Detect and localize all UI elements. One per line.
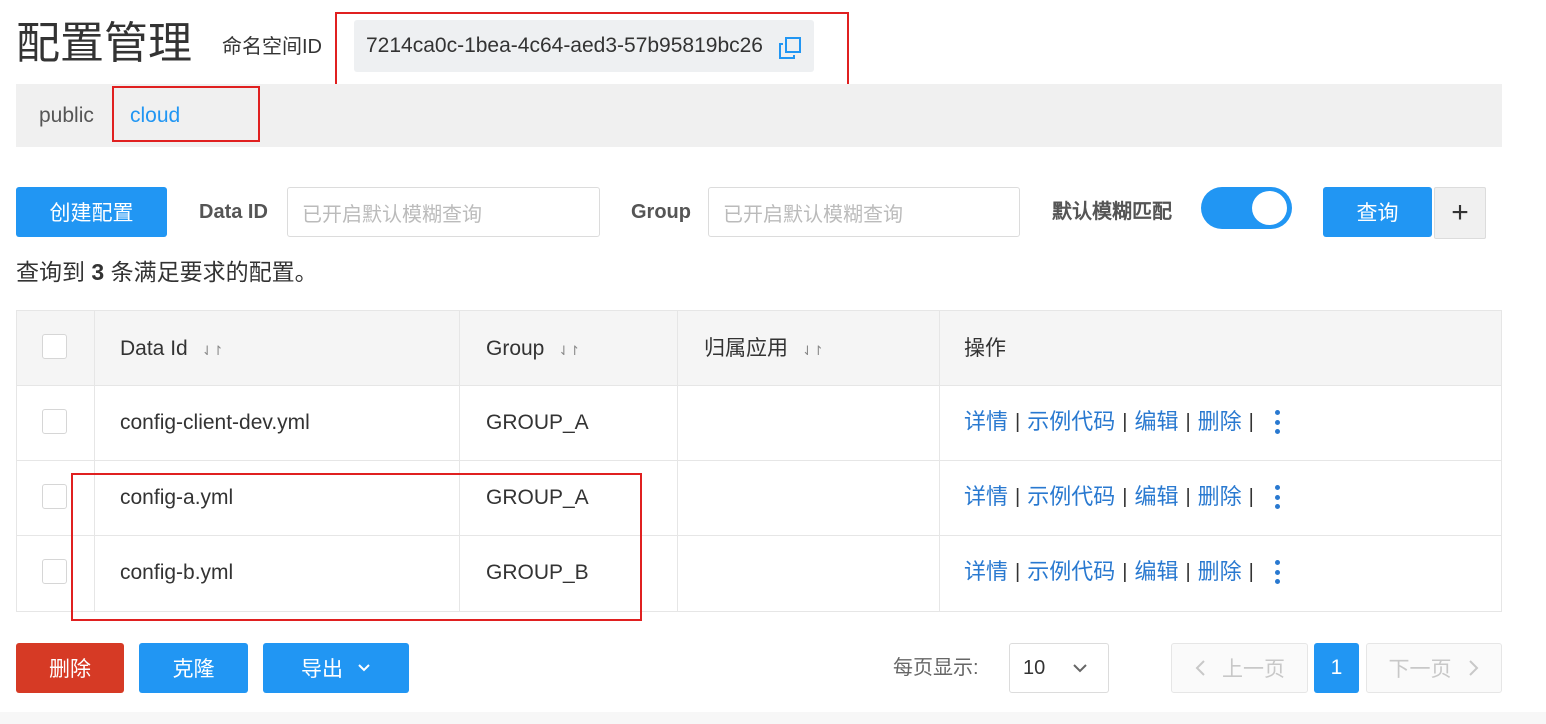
column-header-data-id[interactable]: Data Id ⇃↾ bbox=[120, 334, 224, 366]
column-header-actions: 操作 bbox=[964, 337, 1006, 360]
create-config-button[interactable]: 创建配置 bbox=[16, 187, 167, 237]
column-header-label: 归属应用 bbox=[704, 337, 788, 360]
current-page-button[interactable]: 1 bbox=[1314, 643, 1359, 693]
summary-suffix: 条满足要求的配置。 bbox=[110, 259, 318, 285]
row-divider bbox=[17, 535, 1501, 536]
row-checkbox[interactable] bbox=[42, 409, 67, 434]
prev-page-label: 上一页 bbox=[1222, 658, 1285, 681]
edit-link[interactable]: 编辑 bbox=[1134, 482, 1178, 512]
delete-link[interactable]: 删除 bbox=[1198, 482, 1242, 512]
group-search-input[interactable]: 已开启默认模糊查询 bbox=[708, 187, 1020, 237]
export-label: 导出 bbox=[301, 658, 343, 681]
column-header-app[interactable]: 归属应用 ⇃↾ bbox=[704, 334, 824, 366]
next-page-button[interactable]: 下一页 bbox=[1366, 643, 1502, 693]
column-divider bbox=[459, 311, 460, 611]
bottom-strip bbox=[0, 712, 1546, 724]
row-divider bbox=[17, 385, 1501, 386]
action-separator: | bbox=[1015, 486, 1021, 508]
row-data-id: config-a.yml bbox=[120, 486, 234, 509]
action-separator: | bbox=[1122, 561, 1128, 583]
detail-link[interactable]: 详情 bbox=[964, 557, 1008, 587]
data-id-search-input[interactable]: 已开启默认模糊查询 bbox=[287, 187, 600, 237]
group-label: Group bbox=[631, 201, 691, 223]
action-separator: | bbox=[1122, 411, 1128, 433]
toggle-knob bbox=[1252, 191, 1287, 225]
select-all-checkbox[interactable] bbox=[42, 334, 67, 359]
page-size-value: 10 bbox=[1023, 657, 1046, 679]
row-data-id: config-b.yml bbox=[120, 561, 234, 584]
row-checkbox[interactable] bbox=[42, 484, 67, 509]
row-actions: 详情 | 示例代码 | 编辑 | 删除 | bbox=[964, 407, 1281, 437]
column-header-label: Group bbox=[486, 337, 545, 360]
edit-link[interactable]: 编辑 bbox=[1134, 407, 1178, 437]
chevron-right-icon bbox=[1468, 660, 1478, 676]
column-header-label: Data Id bbox=[120, 337, 188, 360]
sample-code-link[interactable]: 示例代码 bbox=[1027, 482, 1115, 512]
query-button[interactable]: 查询 bbox=[1323, 187, 1432, 237]
action-separator: | bbox=[1248, 561, 1254, 583]
column-divider bbox=[939, 311, 940, 611]
action-separator: | bbox=[1015, 411, 1021, 433]
summary-count: 3 bbox=[91, 259, 105, 285]
detail-link[interactable]: 详情 bbox=[964, 482, 1008, 512]
action-separator: | bbox=[1185, 411, 1191, 433]
column-divider bbox=[94, 311, 95, 611]
sample-code-link[interactable]: 示例代码 bbox=[1027, 557, 1115, 587]
action-separator: | bbox=[1185, 486, 1191, 508]
sort-icon[interactable]: ⇃↾ bbox=[558, 343, 580, 358]
column-divider bbox=[677, 311, 678, 611]
next-page-label: 下一页 bbox=[1388, 658, 1452, 681]
sort-icon[interactable]: ⇃↾ bbox=[202, 343, 224, 358]
more-vertical-icon[interactable] bbox=[1275, 410, 1281, 434]
sort-icon[interactable]: ⇃↾ bbox=[802, 343, 824, 358]
column-header-group[interactable]: Group ⇃↾ bbox=[486, 334, 580, 366]
namespace-bar bbox=[16, 84, 1502, 147]
action-separator: | bbox=[1015, 561, 1021, 583]
fuzzy-match-label: 默认模糊匹配 bbox=[1052, 201, 1172, 223]
batch-delete-button[interactable]: 删除 bbox=[16, 643, 124, 693]
row-group: GROUP_A bbox=[486, 411, 589, 434]
row-group: GROUP_B bbox=[486, 561, 589, 584]
row-checkbox[interactable] bbox=[42, 559, 67, 584]
action-separator: | bbox=[1248, 486, 1254, 508]
namespace-id-value: 7214ca0c-1bea-4c64-aed3-57b95819bc26 bbox=[366, 34, 763, 57]
namespace-tab-public[interactable]: public bbox=[39, 100, 94, 132]
copy-icon[interactable] bbox=[778, 36, 802, 60]
export-button[interactable]: 导出 bbox=[263, 643, 409, 693]
prev-page-button[interactable]: 上一页 bbox=[1171, 643, 1308, 693]
chevron-down-icon bbox=[1073, 664, 1087, 673]
plus-icon[interactable]: + bbox=[1434, 187, 1486, 239]
result-summary: 查询到 3 条满足要求的配置。 bbox=[16, 255, 318, 289]
chevron-down-icon bbox=[358, 664, 370, 672]
action-separator: | bbox=[1248, 411, 1254, 433]
sample-code-link[interactable]: 示例代码 bbox=[1027, 407, 1115, 437]
namespace-id-label: 命名空间ID bbox=[222, 36, 322, 58]
row-group: GROUP_A bbox=[486, 486, 589, 509]
chevron-left-icon bbox=[1195, 660, 1205, 676]
row-actions: 详情 | 示例代码 | 编辑 | 删除 | bbox=[964, 557, 1281, 587]
row-actions: 详情 | 示例代码 | 编辑 | 删除 | bbox=[964, 482, 1281, 512]
data-id-label: Data ID bbox=[199, 201, 268, 223]
clone-button[interactable]: 克隆 bbox=[139, 643, 248, 693]
action-separator: | bbox=[1122, 486, 1128, 508]
row-data-id: config-client-dev.yml bbox=[120, 411, 310, 434]
page-title: 配置管理 bbox=[16, 19, 192, 68]
summary-prefix: 查询到 bbox=[16, 259, 85, 285]
detail-link[interactable]: 详情 bbox=[964, 407, 1008, 437]
action-separator: | bbox=[1185, 561, 1191, 583]
namespace-divider bbox=[113, 96, 114, 136]
delete-link[interactable]: 删除 bbox=[1198, 557, 1242, 587]
namespace-tab-cloud[interactable]: cloud bbox=[130, 100, 180, 132]
edit-link[interactable]: 编辑 bbox=[1134, 557, 1178, 587]
page-size-label: 每页显示: bbox=[893, 657, 979, 679]
more-vertical-icon[interactable] bbox=[1275, 560, 1281, 584]
delete-link[interactable]: 删除 bbox=[1198, 407, 1242, 437]
row-divider bbox=[17, 460, 1501, 461]
more-vertical-icon[interactable] bbox=[1275, 485, 1281, 509]
